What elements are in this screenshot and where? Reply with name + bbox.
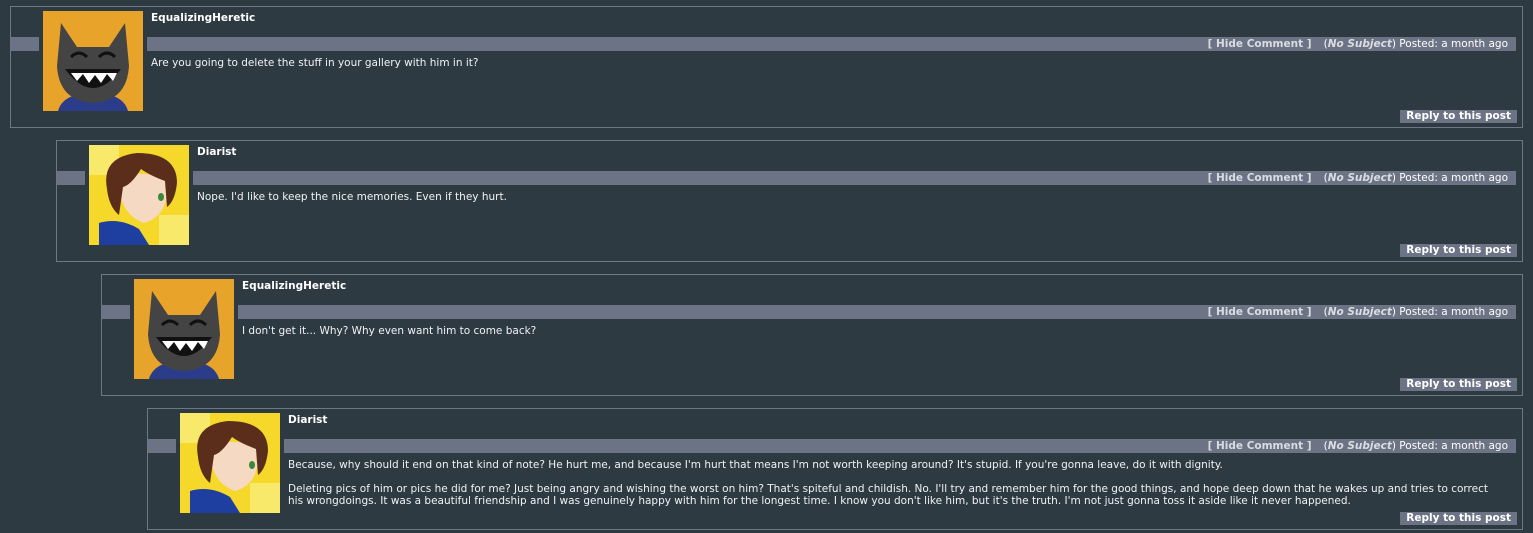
posted-time: ) Posted: a month ago bbox=[1391, 38, 1508, 50]
reply-button[interactable]: Reply to this post bbox=[1400, 244, 1517, 257]
thread-bar bbox=[11, 37, 39, 51]
subject: No Subject bbox=[1327, 38, 1392, 50]
avatar[interactable] bbox=[43, 11, 143, 111]
thread-bar bbox=[57, 171, 85, 185]
comment-header: [ Hide Comment ] (No Subject) Posted: a m… bbox=[238, 305, 1516, 319]
hide-comment-link[interactable]: [ Hide Comment ] bbox=[1208, 306, 1312, 318]
comment-body: Are you going to delete the stuff in you… bbox=[151, 57, 1502, 81]
username[interactable]: EqualizingHeretic bbox=[242, 280, 346, 292]
comment-paragraph: Because, why should it end on that kind … bbox=[288, 459, 1223, 471]
posted-time: ) Posted: a month ago bbox=[1391, 440, 1508, 452]
posted-time: ) Posted: a month ago bbox=[1391, 306, 1508, 318]
comment: EqualizingHeretic [ Hide Comment ] (No Su… bbox=[10, 6, 1523, 128]
comment-header: [ Hide Comment ] (No Subject) Posted: a m… bbox=[193, 171, 1516, 185]
reply-button[interactable]: Reply to this post bbox=[1400, 378, 1517, 391]
posted-time: ) Posted: a month ago bbox=[1391, 172, 1508, 184]
comment-paragraph: Are you going to delete the stuff in you… bbox=[151, 57, 479, 69]
hide-comment-link[interactable]: [ Hide Comment ] bbox=[1208, 172, 1312, 184]
username[interactable]: Diarist bbox=[197, 146, 236, 158]
comment-paragraph: Deleting pics of him or pics he did for … bbox=[288, 483, 1488, 507]
comment-header: [ Hide Comment ] (No Subject) Posted: a m… bbox=[147, 37, 1516, 51]
comment: Diarist [ Hide Comment ] (No Subject) Pos… bbox=[147, 408, 1523, 530]
comment-body: Because, why should it end on that kind … bbox=[288, 459, 1502, 519]
thread-bar bbox=[148, 439, 176, 453]
comment-header: [ Hide Comment ] (No Subject) Posted: a m… bbox=[284, 439, 1516, 453]
comment-body: I don't get it... Why? Why even want him… bbox=[242, 325, 1502, 349]
reply-button[interactable]: Reply to this post bbox=[1400, 110, 1517, 123]
comment-body: Nope. I'd like to keep the nice memories… bbox=[197, 191, 1502, 215]
username[interactable]: Diarist bbox=[288, 414, 327, 426]
comment-paragraph: Nope. I'd like to keep the nice memories… bbox=[197, 191, 507, 203]
avatar[interactable] bbox=[180, 413, 280, 513]
username[interactable]: EqualizingHeretic bbox=[151, 12, 255, 24]
avatar[interactable] bbox=[134, 279, 234, 379]
subject: No Subject bbox=[1327, 440, 1392, 452]
hide-comment-link[interactable]: [ Hide Comment ] bbox=[1208, 38, 1312, 50]
reply-button[interactable]: Reply to this post bbox=[1400, 512, 1517, 525]
comment: Diarist [ Hide Comment ] (No Subject) Pos… bbox=[56, 140, 1523, 262]
avatar[interactable] bbox=[89, 145, 189, 245]
comment: EqualizingHeretic [ Hide Comment ] (No Su… bbox=[101, 274, 1523, 396]
subject: No Subject bbox=[1327, 172, 1392, 184]
hide-comment-link[interactable]: [ Hide Comment ] bbox=[1208, 440, 1312, 452]
comment-paragraph: I don't get it... Why? Why even want him… bbox=[242, 325, 537, 337]
subject: No Subject bbox=[1327, 306, 1392, 318]
thread-bar bbox=[102, 305, 130, 319]
